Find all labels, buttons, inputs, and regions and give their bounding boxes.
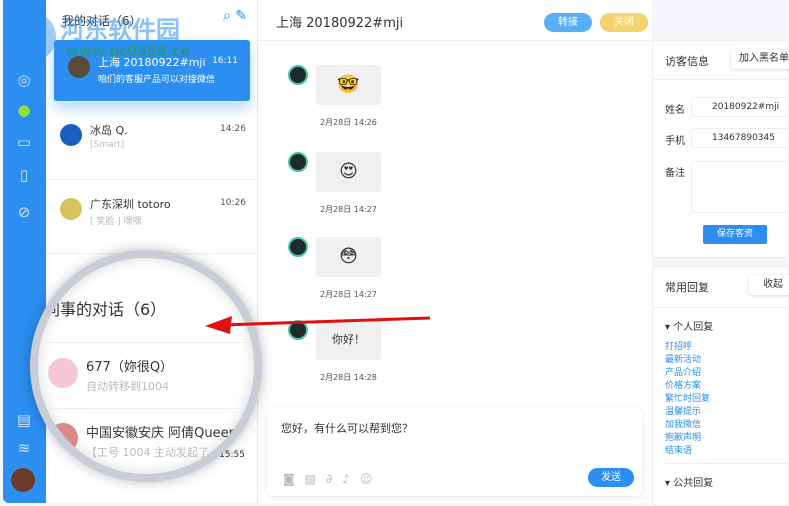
red-arrow xyxy=(205,316,431,334)
watermark-logo: 河东软件园 xyxy=(60,16,180,44)
watermark-url: www.pc0359.cn xyxy=(66,44,191,60)
watermark-logo-icon xyxy=(6,12,56,62)
